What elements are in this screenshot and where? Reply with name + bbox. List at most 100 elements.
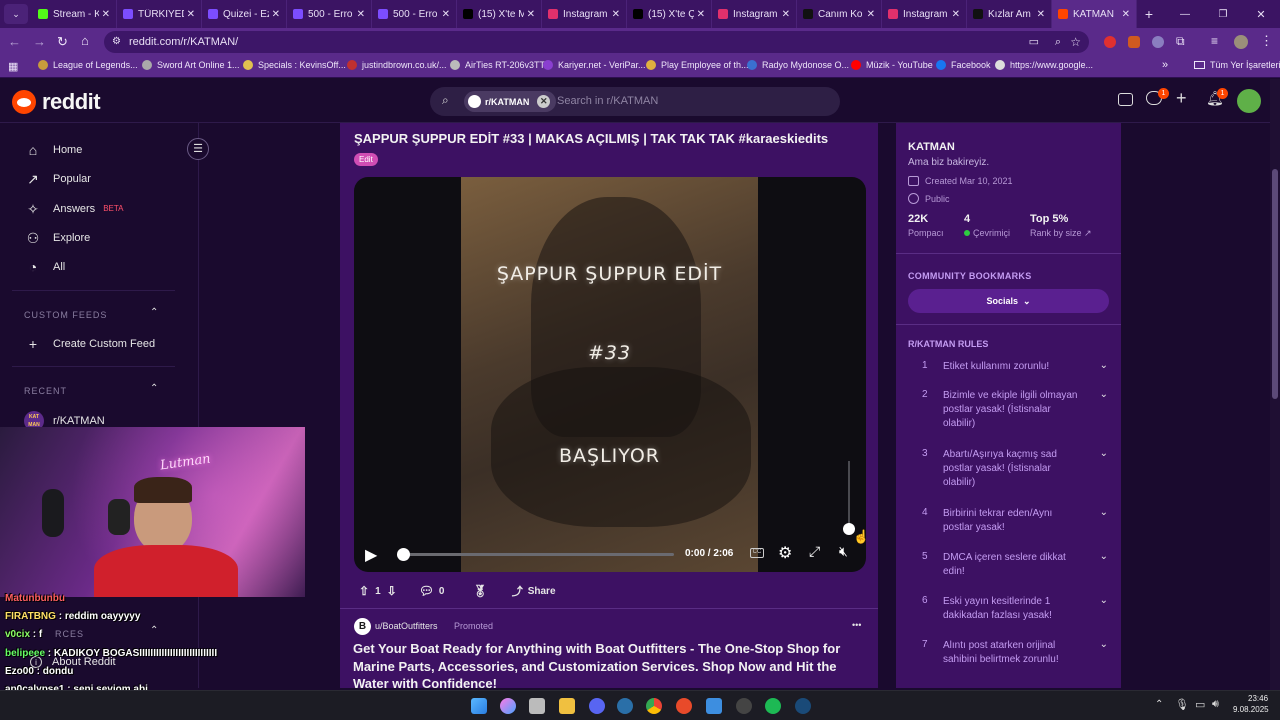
zoom-icon[interactable]: ⌕	[1055, 31, 1061, 53]
rule-item[interactable]: 2 Bizimle ve ekiple ilgili olmayan postla…	[918, 389, 1108, 431]
comments-button[interactable]: 💬︎ 0	[419, 584, 445, 598]
discord-icon[interactable]	[589, 698, 605, 714]
tray-mic-icon[interactable]: 🎙︎	[1175, 698, 1189, 711]
rule-item[interactable]: 7 Alıntı post atarken orijinal sahibini b…	[918, 639, 1108, 667]
tray-overflow-icon[interactable]: ⌃	[1155, 699, 1163, 710]
fullscreen-icon[interactable]: ⤢	[809, 543, 820, 560]
bookmark-item[interactable]: Play Employee of th...	[646, 60, 749, 70]
rule-item[interactable]: 5 DMCA içeren seslere dikkat edin! ⌄	[918, 551, 1108, 579]
browser-tab[interactable]: Kızlar Am ✕	[967, 0, 1052, 28]
extensions-puzzle-icon[interactable]: ⧉	[1176, 34, 1185, 49]
ad-title[interactable]: Get Your Boat Ready for Anything with Bo…	[353, 640, 871, 688]
rule-item[interactable]: 3 Abartı/Aşırıya kaçmış sad postlar yasak…	[918, 448, 1108, 490]
new-tab-button[interactable]: +	[1137, 6, 1161, 22]
photos-icon[interactable]	[706, 698, 722, 714]
award-icon[interactable]: 🏅︎	[472, 584, 487, 598]
browser-tab[interactable]: Canım Ko ✕	[797, 0, 882, 28]
site-info-icon[interactable]: ⚙	[112, 31, 121, 53]
play-icon[interactable]: ▶	[365, 545, 377, 565]
clock-date[interactable]: 9.08.2025	[1233, 705, 1269, 714]
bookmark-item[interactable]: Sword Art Online 1...	[142, 60, 240, 70]
advertiser-name[interactable]: u/BoatOutfitters	[375, 621, 438, 631]
recent-collapse-icon[interactable]: ⌃	[150, 383, 158, 394]
browser-tab[interactable]: 500 - Erro ✕	[287, 0, 372, 28]
home-browser-icon[interactable]: ⌂	[81, 33, 89, 48]
create-custom-feed[interactable]: + Create Custom Feed	[25, 336, 155, 352]
search-bar[interactable]: ⌕ r/KATMAN ✕ Search in r/KATMAN	[430, 87, 840, 116]
volume-slider[interactable]	[843, 461, 855, 535]
mute-icon[interactable]: 🔇︎	[839, 543, 848, 560]
all-bookmarks-folder[interactable]: Tüm Yer İşaretleri	[1194, 60, 1280, 70]
post-flair[interactable]: Edit	[354, 153, 378, 166]
seekbar-thumb[interactable]	[397, 548, 410, 561]
chevron-down-icon[interactable]: ⌄	[1100, 360, 1108, 374]
tab-close-icon[interactable]: ✕	[952, 9, 960, 20]
minimize-button[interactable]: —	[1166, 9, 1204, 20]
steam-icon[interactable]	[617, 698, 633, 714]
profile-avatar[interactable]	[1234, 35, 1248, 49]
rule-item[interactable]: 4 Birbirini tekrar eden/Aynı postlar yasa…	[918, 507, 1108, 535]
chrome-icon[interactable]	[646, 698, 662, 714]
chevron-down-icon[interactable]: ⌄	[1100, 448, 1108, 490]
store-icon[interactable]	[529, 698, 545, 714]
install-icon[interactable]: ▭	[1029, 31, 1039, 53]
tab-close-icon[interactable]: ✕	[527, 9, 535, 20]
browser-tab[interactable]: Instagram ✕	[542, 0, 627, 28]
socials-button[interactable]: Socials ⌄	[908, 289, 1109, 313]
settings-gear-icon[interactable]: ⚙	[778, 543, 792, 563]
bookmark-star-icon[interactable]: ☆	[1070, 31, 1081, 53]
tray-network-icon[interactable]: ▭	[1195, 698, 1205, 711]
bookmark-item[interactable]: AirTies RT-206v3TT	[450, 60, 545, 70]
restore-button[interactable]: ❐	[1204, 9, 1242, 20]
reload-icon[interactable]: ↻	[57, 34, 68, 50]
advertise-icon[interactable]	[1118, 93, 1133, 106]
chevron-down-icon[interactable]: ⌄	[1100, 551, 1108, 579]
close-window-button[interactable]: ✕	[1242, 8, 1280, 21]
bookmark-item[interactable]: justindbrown.co.uk/...	[347, 60, 447, 70]
page-scrollbar[interactable]	[1270, 79, 1280, 690]
sidebar-item-popular[interactable]: ↗ Popular	[25, 171, 91, 187]
start-windows-icon[interactable]	[471, 698, 487, 714]
tab-close-icon[interactable]: ✕	[442, 9, 450, 20]
browser-tab[interactable]: (15) X'te M ✕	[457, 0, 542, 28]
chevron-down-icon[interactable]: ⌄	[1100, 389, 1108, 431]
extension-icon-2[interactable]	[1128, 36, 1140, 48]
advertiser-avatar[interactable]: B	[354, 618, 371, 635]
browser-tab[interactable]: KATMAN ✕	[1052, 0, 1137, 28]
tab-close-icon[interactable]: ✕	[782, 9, 790, 20]
upvote-icon[interactable]: ⇧	[359, 584, 369, 598]
reddit-logo[interactable]: reddit	[12, 89, 101, 115]
chevron-down-icon[interactable]: ⌄	[1100, 639, 1108, 667]
copilot-icon[interactable]	[500, 698, 516, 714]
sidebar-item-home[interactable]: ⌂ Home	[25, 142, 83, 158]
browser-tab[interactable]: Instagram ✕	[882, 0, 967, 28]
tab-close-icon[interactable]: ✕	[272, 9, 280, 20]
tab-close-icon[interactable]: ✕	[357, 9, 365, 20]
bookmark-item[interactable]: Müzik - YouTube	[851, 60, 933, 70]
browser-tab[interactable]: Stream - K ✕	[32, 0, 117, 28]
back-icon[interactable]: ←	[8, 34, 21, 49]
downvote-icon[interactable]: ⇩	[387, 584, 397, 598]
browser-menu-icon[interactable]: ⋮	[1260, 33, 1273, 49]
scrollbar-thumb[interactable]	[1272, 169, 1278, 399]
tab-close-icon[interactable]: ✕	[1122, 9, 1130, 20]
custom-feeds-collapse-icon[interactable]: ⌃	[150, 307, 158, 318]
tab-close-icon[interactable]: ✕	[102, 9, 110, 20]
create-post-icon[interactable]: +	[1176, 88, 1187, 109]
collapse-sidebar-button[interactable]: ☰	[187, 138, 209, 160]
share-button[interactable]: ⤴ Share	[512, 583, 556, 599]
post-title[interactable]: ŞAPPUR ŞUPPUR EDİT #33 | MAKAS AÇILMIŞ |…	[354, 131, 874, 146]
sidebar-item-answers[interactable]: ✧ Answers BETA	[25, 201, 123, 217]
bookmark-item[interactable]: Radyo Mydonose O...	[747, 60, 849, 70]
bookmark-item[interactable]: Specials : KevinsOff...	[243, 60, 346, 70]
captions-icon[interactable]: CC	[750, 548, 764, 558]
tab-close-icon[interactable]: ✕	[612, 9, 620, 20]
browser-tab[interactable]: 500 - Erro ✕	[372, 0, 457, 28]
subreddit-chip[interactable]: r/KATMAN ✕	[464, 91, 557, 112]
browser-tab[interactable]: Quizei - Ez ✕	[202, 0, 287, 28]
forward-icon[interactable]: →	[33, 34, 46, 49]
opera-gx-icon[interactable]	[676, 698, 692, 714]
reading-list-icon[interactable]: ≡	[1211, 34, 1218, 48]
xbox-icon[interactable]	[736, 698, 752, 714]
bookmark-item[interactable]: Kariyer.net - VeriPar...	[543, 60, 646, 70]
